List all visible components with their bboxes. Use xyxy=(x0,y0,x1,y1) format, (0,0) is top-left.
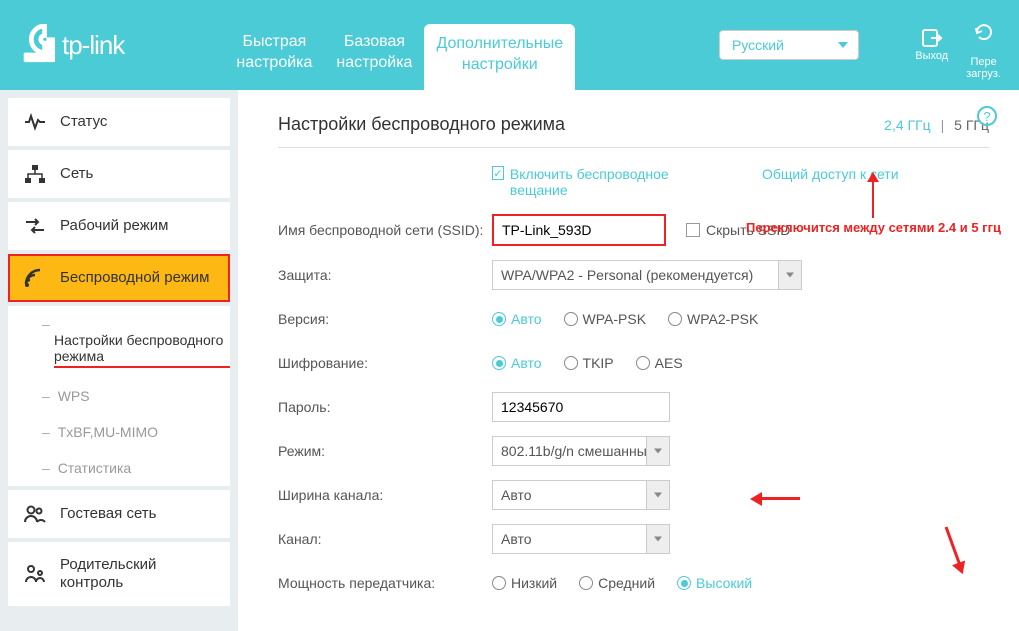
chwidth-select[interactable]: Авто xyxy=(492,480,670,510)
enable-radio-checkbox[interactable]: ✓ Включить беспроводное вещание xyxy=(492,166,692,198)
opmode-icon xyxy=(24,216,46,236)
share-network-link[interactable]: Общий доступ к сети xyxy=(762,166,899,182)
sidebar: Статус Сеть Рабочий режим Беспроводной р… xyxy=(0,90,238,631)
sidebar-item-guest[interactable]: Гостевая сеть xyxy=(8,490,230,538)
hide-ssid-label: Скрыть SSID xyxy=(706,222,790,238)
tab-quick-setup[interactable]: Быстрая настройка xyxy=(224,24,324,90)
logout-button[interactable]: Выход xyxy=(915,28,948,62)
header: tp-link Быстрая настройка Базовая настро… xyxy=(0,0,1019,90)
sidebar-item-label: Беспроводной режим xyxy=(60,269,209,287)
txpower-radio-group: Низкий Средний Высокий xyxy=(492,575,752,591)
encryption-aes[interactable]: AES xyxy=(636,355,683,371)
logout-label: Выход xyxy=(915,50,948,62)
security-select[interactable]: WPA/WPA2 - Personal (рекомендуется) xyxy=(492,260,802,290)
sidebar-item-status[interactable]: Статус xyxy=(8,98,230,146)
version-label: Версия: xyxy=(278,311,492,327)
sidebar-sub-txbf[interactable]: TxBF,MU-MIMO xyxy=(8,414,230,450)
sidebar-item-label: Статус xyxy=(60,113,107,131)
help-button[interactable]: ? xyxy=(977,106,997,126)
sidebar-item-network[interactable]: Сеть xyxy=(8,150,230,198)
mode-label: Режим: xyxy=(278,443,492,459)
reboot-button[interactable]: Пере загруз. xyxy=(966,10,1001,80)
brand-text: tp-link xyxy=(62,30,124,61)
sidebar-item-wireless[interactable]: Беспроводной режим xyxy=(8,254,230,302)
encryption-tkip[interactable]: TKIP xyxy=(564,355,614,371)
band-selector: 2,4 ГГц | 5 ГГц xyxy=(884,117,989,133)
ssid-input[interactable] xyxy=(494,216,664,244)
txpower-low[interactable]: Низкий xyxy=(492,575,557,591)
txpower-high[interactable]: Высокий xyxy=(677,575,752,591)
section-title: Настройки беспроводного режима xyxy=(278,114,565,135)
sidebar-item-opmode[interactable]: Рабочий режим xyxy=(8,202,230,250)
brand-logo: tp-link xyxy=(18,24,124,66)
encryption-radio-group: Авто TKIP AES xyxy=(492,355,683,371)
checkbox-icon: ✓ xyxy=(492,166,504,180)
ssid-label: Имя беспроводной сети (SSID): xyxy=(278,222,492,238)
sidebar-item-label: Родительский контроль xyxy=(60,556,214,592)
password-input[interactable] xyxy=(492,392,670,422)
sidebar-item-label: Рабочий режим xyxy=(60,217,168,235)
encryption-label: Шифрование: xyxy=(278,355,492,371)
sidebar-sub-stats[interactable]: Статистика xyxy=(8,450,230,486)
logout-icon xyxy=(921,28,943,48)
password-label: Пароль: xyxy=(278,399,492,415)
reboot-icon xyxy=(973,22,995,42)
sidebar-sub-wireless-settings[interactable]: Настройки беспроводного режима xyxy=(8,306,230,378)
txpower-mid[interactable]: Средний xyxy=(579,575,655,591)
content-area: ? Настройки беспроводного режима 2,4 ГГц… xyxy=(238,90,1019,631)
sidebar-item-parental[interactable]: Родительский контроль xyxy=(8,542,230,606)
tab-basic[interactable]: Базовая настройка xyxy=(324,24,424,90)
network-icon xyxy=(24,164,46,184)
sidebar-sub-wps[interactable]: WPS xyxy=(8,378,230,414)
main-tabs: Быстрая настройка Базовая настройка Допо… xyxy=(224,0,575,90)
mode-select[interactable]: 802.11b/g/n смешанный xyxy=(492,436,670,466)
reboot-label: Пере загруз. xyxy=(966,56,1001,80)
chwidth-label: Ширина канала: xyxy=(278,487,492,503)
channel-label: Канал: xyxy=(278,531,492,547)
version-wpa2[interactable]: WPA2-PSK xyxy=(668,311,758,327)
wifi-icon xyxy=(24,268,46,288)
tab-advanced[interactable]: Дополнительные настройки xyxy=(424,24,575,90)
parental-icon xyxy=(24,564,46,584)
version-auto[interactable]: Авто xyxy=(492,311,542,327)
band-24ghz[interactable]: 2,4 ГГц xyxy=(884,117,931,133)
version-wpa[interactable]: WPA-PSK xyxy=(564,311,647,327)
tplink-logo-icon xyxy=(18,24,56,66)
guest-icon xyxy=(24,504,46,524)
txpower-label: Мощность передатчика: xyxy=(278,575,492,591)
hide-ssid-checkbox[interactable]: Скрыть SSID xyxy=(686,222,790,238)
enable-radio-label: Включить беспроводное вещание xyxy=(510,166,692,198)
channel-select[interactable]: Авто xyxy=(492,524,670,554)
version-radio-group: Авто WPA-PSK WPA2-PSK xyxy=(492,311,758,327)
security-label: Защита: xyxy=(278,267,492,283)
sidebar-item-label: Сеть xyxy=(60,165,93,183)
sidebar-item-label: Гостевая сеть xyxy=(60,505,156,523)
encryption-auto[interactable]: Авто xyxy=(492,355,542,371)
pulse-icon xyxy=(24,112,46,132)
language-select[interactable]: Русский xyxy=(719,30,859,60)
checkbox-icon xyxy=(686,223,700,237)
